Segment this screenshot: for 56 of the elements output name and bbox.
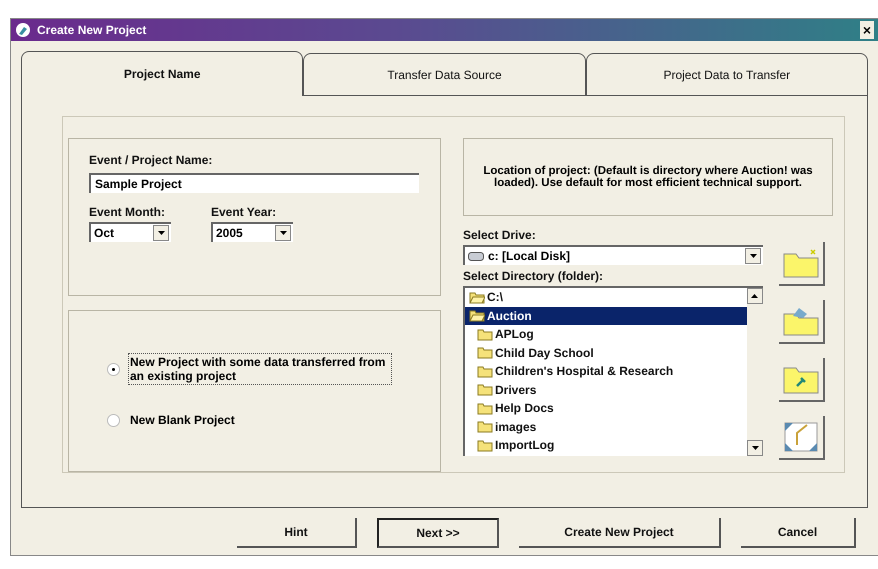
- month-dropdown[interactable]: Oct: [89, 222, 171, 242]
- directory-list[interactable]: C:\ Auction APLog Child Day School Children's Hospital & Research Drivers Help Docs images ImportLog: [463, 286, 763, 456]
- dropdown-button[interactable]: [153, 225, 169, 241]
- app-icon: [15, 22, 31, 38]
- expand-icon: [783, 421, 819, 453]
- dropdown-button[interactable]: [745, 248, 761, 264]
- window-title: Create New Project: [37, 23, 148, 37]
- radio-button[interactable]: [107, 414, 120, 426]
- folder-icon: [477, 420, 493, 434]
- folder-icon: [477, 364, 493, 378]
- caret-icon: [752, 446, 758, 450]
- field-label: Event / Project Name:: [89, 153, 214, 167]
- dialog-button[interactable]: Cancel: [741, 518, 856, 548]
- folder-icon: [477, 402, 493, 415]
- disk-drive-icon: [468, 252, 484, 260]
- folder-item[interactable]: C:\: [465, 288, 747, 306]
- folder-item[interactable]: Drivers: [465, 380, 747, 399]
- field-label: Event Month:: [89, 205, 166, 219]
- dropdown-button[interactable]: [275, 225, 291, 241]
- radio-label[interactable]: New Project with some data transferred from an existing project: [128, 353, 392, 385]
- field-label: Select Directory (folder):: [463, 269, 604, 283]
- tab[interactable]: Project Name: [21, 51, 304, 96]
- folder-item[interactable]: Child Day School: [465, 344, 747, 362]
- field-label: Select Drive:: [463, 228, 537, 242]
- drive-dropdown[interactable]: c: [Local Disk]: [463, 245, 763, 265]
- caret-icon: [158, 231, 164, 235]
- dialog-button[interactable]: Next >>: [377, 518, 499, 548]
- caret-icon: [750, 254, 756, 258]
- folder-icon: [477, 346, 493, 360]
- year-dropdown[interactable]: 2005: [211, 222, 293, 242]
- folder-icon: [783, 248, 819, 278]
- caret-icon: [752, 294, 758, 298]
- project-name-field[interactable]: Sample Project: [89, 173, 419, 193]
- folder-item[interactable]: Help Docs: [465, 399, 747, 418]
- location-note: Location of project: (Default is directory where Auction! was loaded). Use default for most efficient technical support.: [463, 138, 833, 216]
- folder-item[interactable]: Children's Hospital & Research: [465, 362, 747, 380]
- caret-icon: [280, 231, 286, 235]
- folder-item[interactable]: images: [465, 418, 747, 436]
- scrollbar[interactable]: [747, 288, 763, 456]
- folder-item[interactable]: ImportLog: [465, 436, 747, 454]
- dialog-button[interactable]: Create New Project: [519, 518, 721, 548]
- open-folder-icon: [469, 290, 485, 304]
- open-folder-icon: [469, 309, 485, 322]
- field-label: Event Year:: [211, 205, 278, 219]
- radio-label[interactable]: New Blank Project: [128, 411, 392, 429]
- radio-button[interactable]: [107, 362, 120, 376]
- folder-item[interactable]: Auction: [465, 306, 747, 325]
- open-folder-icon: [783, 306, 819, 336]
- close-button[interactable]: ×: [860, 21, 874, 39]
- folder-icon: [477, 328, 493, 341]
- tab[interactable]: Project Data to Transfer: [586, 53, 868, 96]
- folder-item[interactable]: APLog: [465, 325, 747, 344]
- folder-icon: [477, 438, 493, 452]
- tab[interactable]: Transfer Data Source: [303, 53, 586, 96]
- dialog-button[interactable]: Hint: [237, 518, 357, 548]
- folder-icon: [477, 383, 493, 396]
